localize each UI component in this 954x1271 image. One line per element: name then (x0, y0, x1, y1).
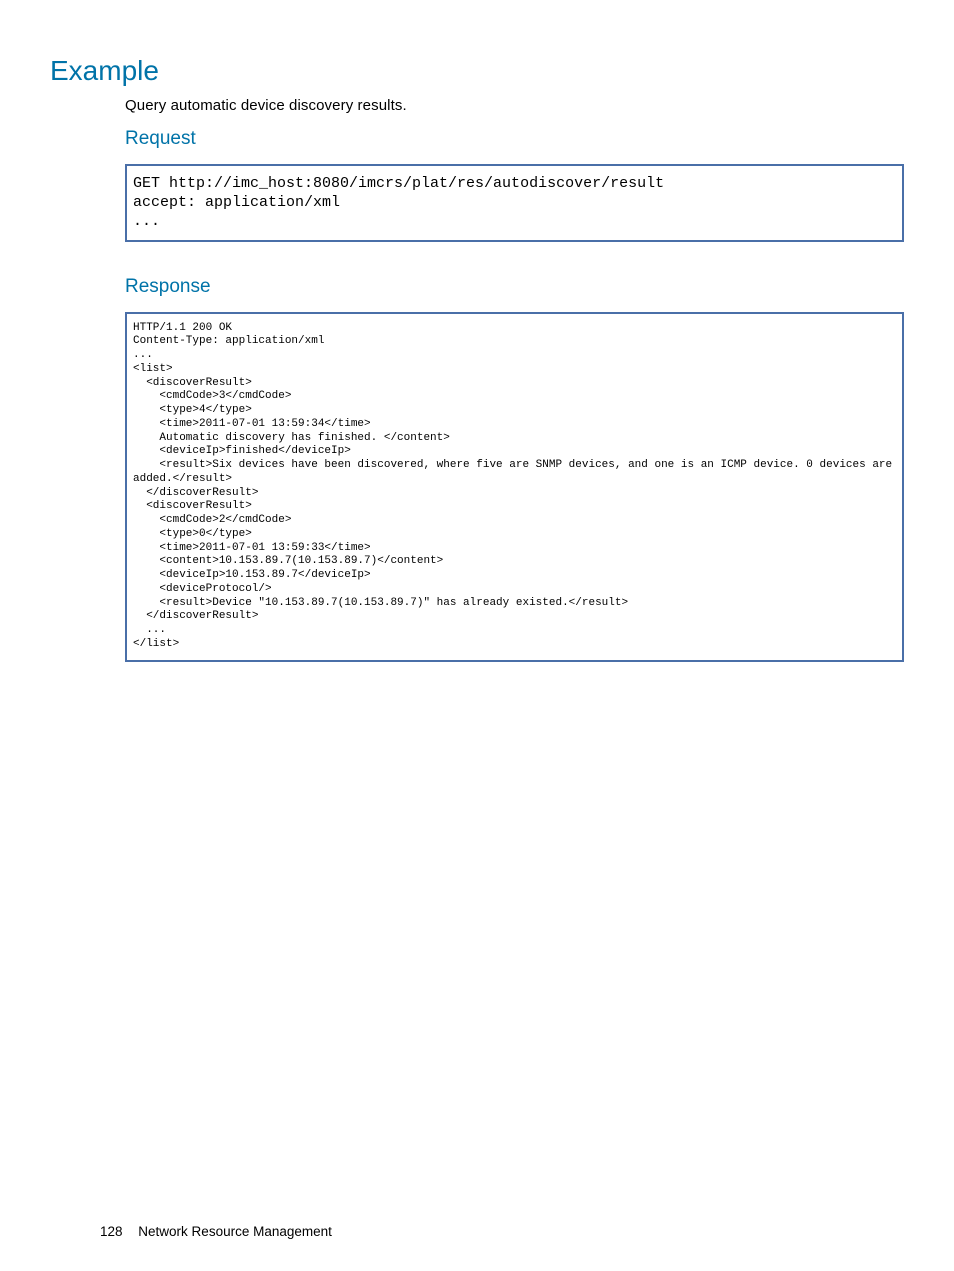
page-footer: 128 Network Resource Management (100, 1224, 332, 1239)
page-number: 128 (100, 1224, 123, 1239)
request-code-content: GET http://imc_host:8080/imcrs/plat/res/… (127, 166, 902, 240)
response-code-content: HTTP/1.1 200 OK Content-Type: applicatio… (127, 314, 902, 660)
description-text: Query automatic device discovery results… (125, 97, 904, 114)
response-code-block: HTTP/1.1 200 OK Content-Type: applicatio… (125, 312, 904, 662)
heading-response: Response (125, 276, 904, 298)
heading-request: Request (125, 128, 904, 150)
section-title: Network Resource Management (138, 1224, 332, 1239)
heading-example: Example (50, 55, 904, 87)
request-code-block: GET http://imc_host:8080/imcrs/plat/res/… (125, 164, 904, 242)
